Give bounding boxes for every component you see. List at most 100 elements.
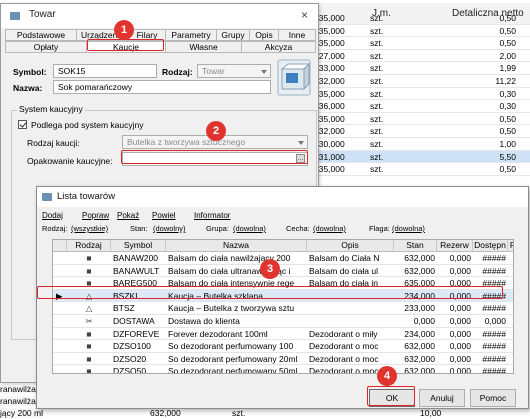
- cell-dostepn: #####: [482, 341, 506, 352]
- menu-powiel[interactable]: Powiel: [152, 211, 176, 220]
- tab-opis[interactable]: Opis: [249, 29, 279, 41]
- app-icon: [10, 12, 20, 20]
- nazwa-label: Nazwa:: [13, 83, 43, 93]
- rodzaj-kaucji-label: Rodzaj kaucji:: [27, 138, 80, 148]
- table-row[interactable]: ■ DZSO100 So dezodorant perfumowany 100 Dez…: [53, 340, 513, 353]
- chevron-down-icon: [261, 70, 267, 74]
- bg-price: 0,50: [499, 126, 516, 137]
- table-row[interactable]: ✂ DOSTAWA Dostawa do klienta 0,000 0,000 0,00…: [53, 315, 513, 328]
- background-row[interactable]: 232,000 szt. 11,22: [312, 75, 530, 88]
- menu-dodaj[interactable]: Dodaj: [42, 211, 63, 220]
- filter-rodzaj-label: Rodzaj:: [42, 224, 68, 233]
- bg-unit: szt.: [370, 88, 384, 99]
- cell-stan: 233,000: [404, 303, 435, 314]
- close-icon[interactable]: ×: [301, 8, 308, 22]
- filter-flaga-value[interactable]: (dowolna): [392, 224, 425, 233]
- column-header-dostepn[interactable]: Dostępn: [473, 240, 508, 252]
- cell-rezerw: 0,000: [449, 366, 471, 374]
- rodzaj-icon: ■: [86, 328, 92, 339]
- background-row[interactable]: 236,000 szt. 0,30: [312, 100, 530, 113]
- highlight-kaucje-tab: [87, 39, 164, 51]
- cell-symbol: DZSO20: [113, 353, 147, 364]
- cell-stan: 632,000: [404, 265, 435, 276]
- bg-price: 0,50: [499, 38, 516, 49]
- background-row[interactable]: 235,000 szt. 0,50: [312, 12, 530, 25]
- tab-podstawowe[interactable]: Podstawowe: [5, 29, 77, 41]
- column-header-f[interactable]: F: [508, 240, 513, 252]
- background-row[interactable]: 235,000 szt. 0,50: [312, 163, 530, 176]
- step-badge-2: 2: [206, 121, 226, 141]
- column-header-marker: [53, 240, 67, 252]
- cell-symbol: DZSO100: [113, 341, 151, 352]
- background-row[interactable]: 235,000 szt. 0,50: [312, 25, 530, 38]
- bg-bottom-price: 10,00: [420, 408, 442, 418]
- column-header-rodzaj[interactable]: Rodzaj: [67, 240, 111, 252]
- filter-grupa-value[interactable]: (dowolna): [233, 224, 266, 233]
- rodzaj-icon: ■: [86, 353, 92, 364]
- column-header-rezerw[interactable]: Rezerw: [437, 240, 473, 252]
- table-row[interactable]: ■ DZFOREVE Forever dezodorant 100ml Dezodor…: [53, 328, 513, 341]
- background-row[interactable]: 235,000 szt. 0,30: [312, 88, 530, 101]
- nazwa-field[interactable]: Sok pomarańczowy: [53, 80, 271, 94]
- cell-symbol: DZFOREVE: [113, 328, 160, 339]
- cell-symbol: DOSTAWA: [113, 316, 155, 326]
- background-row[interactable]: 230,000 szt. 1,00: [312, 138, 530, 151]
- cell-rezerw: 0,000: [449, 253, 471, 263]
- cell-dostepn: #####: [482, 265, 506, 276]
- background-row[interactable]: 227,000 szt. 2,00: [312, 50, 530, 63]
- background-row[interactable]: 235,000 szt. 0,50: [312, 37, 530, 50]
- menu-informator[interactable]: Informator: [194, 211, 230, 220]
- rodzaj-select[interactable]: Towar: [197, 64, 271, 78]
- bg-unit: szt.: [370, 50, 384, 61]
- background-row[interactable]: 235,000 szt. 0,50: [312, 113, 530, 126]
- cell-stan: 234,000: [404, 328, 435, 339]
- symbol-field[interactable]: SOK15: [53, 64, 157, 78]
- column-header-stan[interactable]: Stan: [394, 240, 437, 252]
- tab-wlasne[interactable]: Własne: [165, 41, 242, 53]
- chevron-down-icon: [298, 141, 304, 145]
- podlega-checkbox[interactable]: [18, 120, 27, 129]
- cell-symbol: DZSO50: [113, 366, 147, 374]
- tab-oplaty[interactable]: Opłaty: [5, 41, 87, 53]
- menu-popraw[interactable]: Popraw: [82, 211, 109, 220]
- products-grid[interactable]: Rodzaj Symbol Nazwa Opis Stan Rezerw Dos…: [52, 239, 514, 374]
- cell-rezerw: 0,000: [449, 341, 471, 352]
- bg-price: 0,30: [499, 101, 516, 112]
- filter-stan-value[interactable]: (dowolny): [153, 224, 186, 233]
- table-row[interactable]: △ BTSZ Kaucja – Butelka z tworzywa sztu 233…: [53, 302, 513, 315]
- cell-dostepn: #####: [482, 366, 506, 374]
- column-header-symbol[interactable]: Symbol: [111, 240, 166, 252]
- bg-unit: szt.: [370, 63, 384, 74]
- tab-akcyza[interactable]: Akcyza: [241, 41, 316, 53]
- bg-price: 0,50: [499, 164, 516, 175]
- background-row[interactable]: 233,000 szt. 1,99: [312, 62, 530, 75]
- cell-dostepn: #####: [482, 303, 506, 314]
- background-row[interactable]: 231,000 szt. 5,50: [312, 150, 530, 164]
- filter-cecha-value[interactable]: (dowolna): [313, 224, 346, 233]
- bg-unit: szt.: [370, 25, 384, 36]
- menu-pokaz[interactable]: Pokaż: [117, 211, 139, 220]
- column-header-opis[interactable]: Opis: [307, 240, 394, 252]
- highlight-selected-row: [37, 286, 503, 299]
- filter-rodzaj-value[interactable]: (wszystkie): [71, 224, 108, 233]
- bg-unit: szt.: [370, 139, 384, 149]
- step-badge-3: 3: [260, 259, 280, 279]
- tab-parametry[interactable]: Parametry: [165, 29, 217, 41]
- table-row[interactable]: ■ DZSO20 So dezodorant perfumowany 20ml Dez…: [53, 353, 513, 366]
- table-row[interactable]: ■ BANAWULT Balsam do ciała ultranawilżając…: [53, 265, 513, 278]
- cell-opis: Balsam do ciała ul: [309, 265, 378, 276]
- tab-inne[interactable]: Inne: [278, 29, 316, 41]
- bg-bottom-unit: szt.: [232, 408, 246, 418]
- rodzaj-icon: ■: [86, 341, 92, 352]
- cell-rezerw: 0,000: [449, 353, 471, 364]
- tab-grupy[interactable]: Grupy: [216, 29, 250, 41]
- column-header-nazwa[interactable]: Nazwa: [166, 240, 307, 252]
- table-row[interactable]: ■ DZSO50 So dezodorant perfumowany 50ml Dez…: [53, 365, 513, 374]
- bg-price: 0,50: [499, 25, 516, 36]
- filter-flaga-label: Flaga:: [369, 224, 390, 233]
- anuluj-button[interactable]: Anuluj: [419, 389, 465, 407]
- background-row[interactable]: 232,000 szt. 0,50: [312, 125, 530, 138]
- bg-price: 0,30: [499, 88, 516, 99]
- pomoc-button[interactable]: Pomoc: [470, 389, 516, 407]
- table-row[interactable]: ■ BANAW200 Balsam do ciała nawilżający 200…: [53, 252, 513, 265]
